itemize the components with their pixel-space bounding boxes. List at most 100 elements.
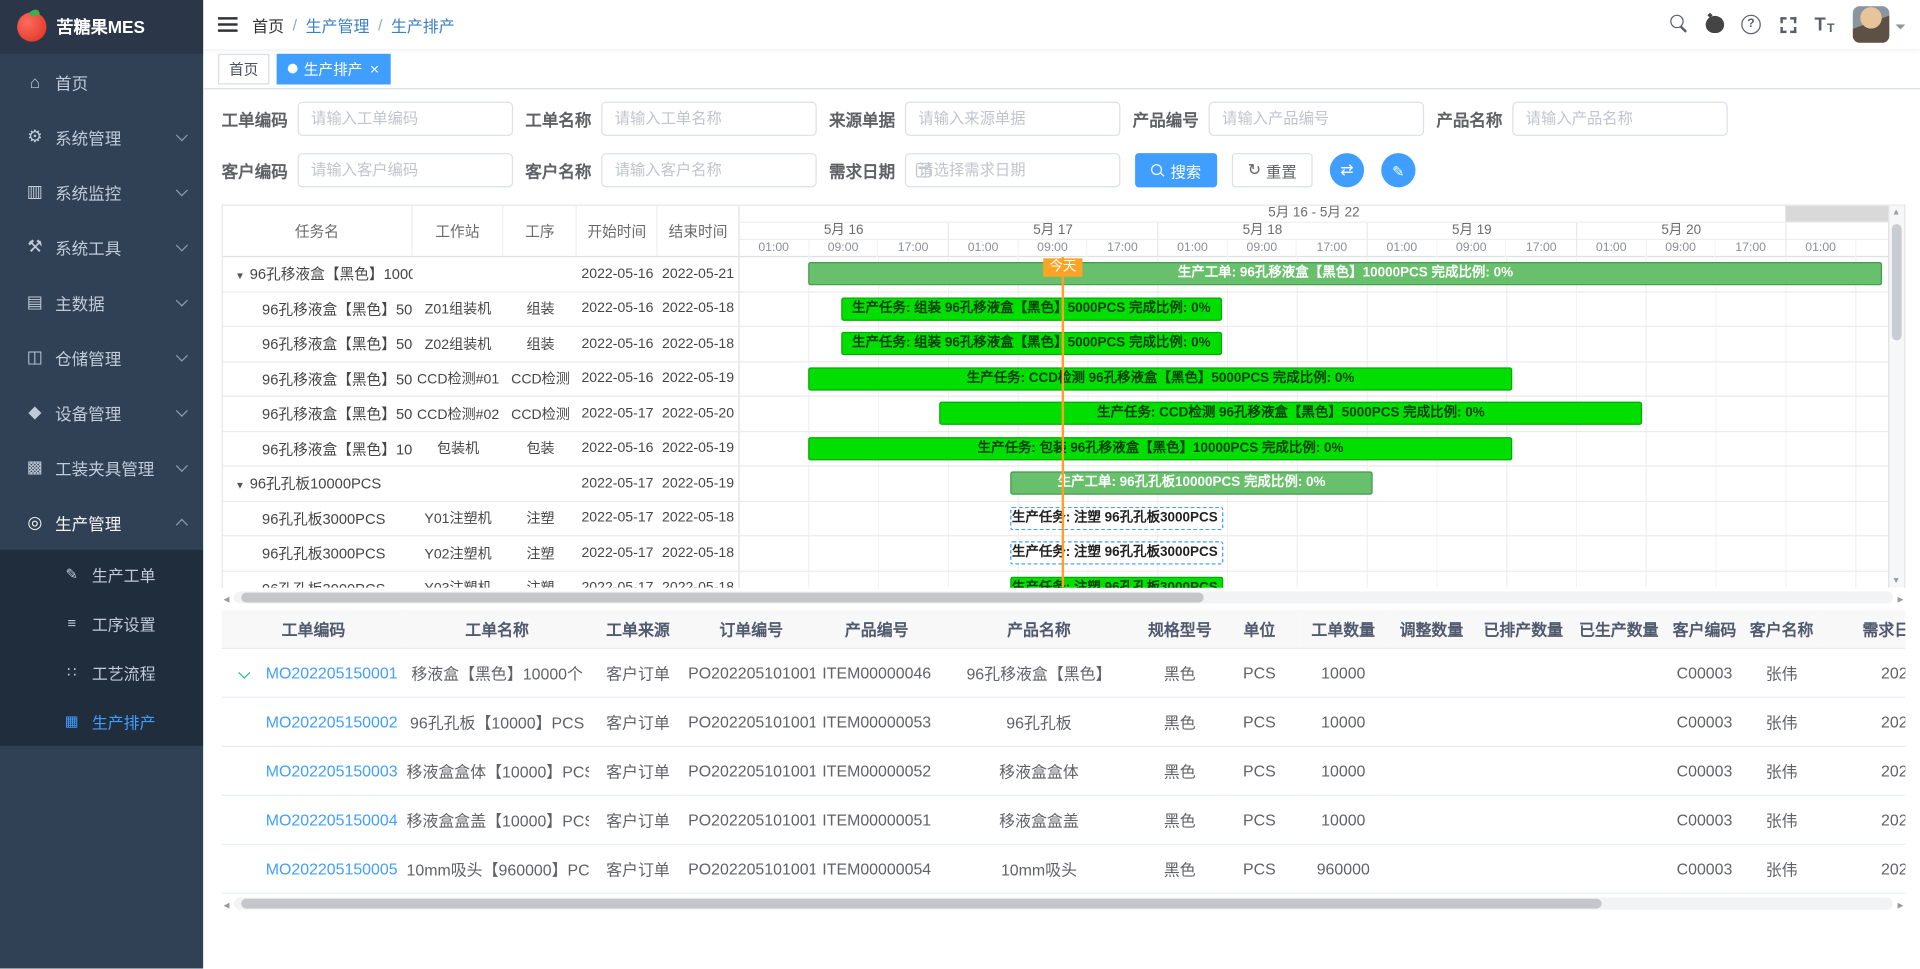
gantt-bar[interactable]: 生产任务: 包装 96孔移液盒【黑色】10000PCS 完成比例: 0%	[808, 437, 1512, 460]
tree-collapse-icon[interactable]	[235, 475, 245, 492]
gantt-task-row[interactable]: 96孔移液盒【黑色】5000PCS CCD检测#02 CCD检测 2022-05…	[223, 397, 739, 432]
scrollbar-thumb[interactable]	[1892, 224, 1902, 340]
scrollbar-track[interactable]	[234, 897, 1893, 909]
view-tab[interactable]: 首页	[218, 53, 269, 84]
scroll-right-arrow-icon[interactable]	[1893, 892, 1905, 914]
workorder-code-link[interactable]: MO202205150002	[266, 712, 398, 730]
filter-input[interactable]	[601, 102, 817, 136]
view-tab[interactable]: 生产排产	[277, 53, 390, 84]
gantt-horizontal-scrollbar[interactable]	[222, 590, 1906, 605]
gantt-bar[interactable]: 生产任务: CCD检测 96孔移液盒【黑色】5000PCS 完成比例: 0%	[939, 402, 1642, 425]
sidebar-item[interactable]: ⌂ 首页	[0, 54, 203, 109]
gantt-task-row[interactable]: 96孔移液盒【黑色】10000PCS 2022-05-16 2022-05-21	[223, 257, 739, 292]
gantt-task-row[interactable]: 96孔孔板3000PCS Y03注塑机 注塑 2022-05-17 2022-0…	[223, 571, 739, 588]
gantt-bar[interactable]: 生产工单: 96孔孔板10000PCS 完成比例: 0%	[1011, 471, 1373, 494]
close-icon[interactable]	[370, 61, 379, 77]
sidebar-item[interactable]: ⚙ 系统管理	[0, 109, 203, 164]
gantt-task-row[interactable]: 96孔移液盒【黑色】5000PCS Z02组装机 组装 2022-05-16 2…	[223, 327, 739, 362]
gantt-bar[interactable]: 生产任务: 注塑 96孔孔板3000PCS 完成	[1011, 541, 1223, 564]
gantt-task-row[interactable]: 96孔移液盒【黑色】10000PCS 包装机 包装 2022-05-16 202…	[223, 432, 739, 467]
table-horizontal-scrollbar[interactable]	[222, 896, 1906, 911]
table-row[interactable]: MO202205150003 移液盒盒体【10000】PCS 客户订单 PO20…	[222, 746, 1906, 795]
breadcrumb-link[interactable]: 生产排产	[391, 13, 455, 36]
sidebar-subitem[interactable]: ≡ 工序设置	[0, 599, 203, 648]
gantt-task-row[interactable]: 96孔孔板3000PCS Y02注塑机 注塑 2022-05-17 2022-0…	[223, 536, 739, 571]
table-row[interactable]: MO202205150001 移液盒【黑色】10000个 客户订单 PO2022…	[222, 648, 1906, 697]
breadcrumb-link[interactable]: 生产管理	[306, 13, 370, 36]
scroll-right-arrow-icon[interactable]	[1893, 587, 1905, 609]
cell-workorder-name: 10mm吸头【960000】PCS	[405, 844, 589, 893]
gantt-bar[interactable]: 生产任务: 注塑 96孔孔板3000PCS 完成	[1011, 576, 1223, 588]
sidebar-item[interactable]: ◆ 设备管理	[0, 384, 203, 439]
scroll-left-arrow-icon[interactable]	[222, 892, 234, 914]
search-icon[interactable]	[1659, 4, 1696, 46]
cell-product-no: ITEM00000052	[816, 746, 938, 795]
gantt-bar[interactable]: 生产任务: 组装 96孔移液盒【黑色】5000PCS 完成比例: 0%	[841, 332, 1222, 355]
reset-button[interactable]: 重置	[1232, 153, 1313, 187]
user-menu[interactable]	[1853, 6, 1906, 43]
task-end-date: 2022-05-18	[658, 581, 739, 588]
gantt-bar[interactable]: 生产任务: 注塑 96孔孔板3000PCS 完成	[1011, 506, 1223, 529]
workorder-code-link[interactable]: MO202205150003	[266, 761, 398, 779]
scrollbar-thumb[interactable]	[241, 898, 1602, 908]
cell-demand-date: 202	[1821, 746, 1905, 795]
filter-input[interactable]	[298, 153, 514, 187]
gantt-task-row[interactable]: 96孔孔板10000PCS 2022-05-17 2022-05-19	[223, 467, 739, 502]
avatar[interactable]	[1853, 6, 1890, 43]
filter-input[interactable]	[1209, 102, 1425, 136]
sidebar-subitem[interactable]: ▦ 生产排产	[0, 697, 203, 746]
sidebar-toggle-button[interactable]	[203, 0, 252, 49]
scrollbar-track[interactable]	[234, 591, 1893, 603]
tree-collapse-icon[interactable]	[235, 265, 245, 282]
fullscreen-icon[interactable]	[1769, 4, 1806, 46]
task-name: 96孔移液盒【黑色】5000PCS	[262, 333, 412, 354]
workorder-code-link[interactable]: MO202205150005	[266, 859, 398, 877]
help-icon[interactable]	[1733, 4, 1770, 46]
workorder-table: 工单编码工单名称工单来源订单编号产品编号产品名称规格型号单位工单数量调整数量已排…	[222, 610, 1906, 893]
sidebar-item[interactable]: ◫ 仓储管理	[0, 329, 203, 384]
gantt-bar[interactable]: 生产任务: 组装 96孔移液盒【黑色】5000PCS 完成比例: 0%	[841, 297, 1222, 320]
filter-input[interactable]	[298, 102, 514, 136]
font-size-icon[interactable]	[1806, 4, 1843, 46]
breadcrumb-link[interactable]: 首页	[252, 13, 284, 36]
top-navbar: 首页 生产管理 生产排产	[203, 0, 1920, 49]
cell-spec: 黑色	[1140, 795, 1220, 844]
cell-source: 客户订单	[589, 746, 687, 795]
gantt-task-row[interactable]: 96孔孔板3000PCS Y01注塑机 注塑 2022-05-17 2022-0…	[223, 501, 739, 536]
gantt-task-row[interactable]: 96孔移液盒【黑色】5000PCS CCD检测#01 CCD检测 2022-05…	[223, 362, 739, 397]
filter-input[interactable]	[1512, 102, 1728, 136]
sidebar-item[interactable]: ▥ 系统监控	[0, 164, 203, 219]
sidebar-item[interactable]: ▤ 主数据	[0, 274, 203, 329]
gantt-bar[interactable]: 生产工单: 96孔移液盒【黑色】10000PCS 完成比例: 0%	[808, 262, 1882, 285]
sidebar-subitem[interactable]: ∷ 工艺流程	[0, 648, 203, 697]
app-logo[interactable]: 苦糖果MES	[0, 0, 203, 54]
filter-input[interactable]	[905, 153, 1121, 187]
task-end-date: 2022-05-19	[658, 476, 739, 491]
table-row[interactable]: MO202205150002 96孔孔板【10000】PCS 客户订单 PO20…	[222, 697, 1906, 746]
edit-button[interactable]	[1381, 153, 1415, 187]
filter-input[interactable]	[601, 153, 817, 187]
sidebar-item-production[interactable]: ◎ 生产管理	[0, 495, 203, 550]
task-process: CCD检测	[504, 369, 577, 389]
gantt-task-row[interactable]: 96孔移液盒【黑色】5000PCS Z01组装机 组装 2022-05-16 2…	[223, 292, 739, 327]
scrollbar-thumb[interactable]	[241, 593, 1203, 603]
search-button[interactable]: 搜索	[1135, 153, 1217, 187]
filter-label: 需求日期	[829, 158, 895, 182]
github-icon[interactable]	[1696, 4, 1733, 46]
sidebar-item[interactable]: ⚒ 系统工具	[0, 219, 203, 274]
gantt-vertical-scrollbar[interactable]	[1888, 206, 1904, 588]
gantt-bar[interactable]: 生产任务: CCD检测 96孔移液盒【黑色】5000PCS 完成比例: 0%	[808, 367, 1512, 390]
expand-chevron-icon[interactable]	[238, 666, 250, 678]
sidebar-subitem[interactable]: ✎ 生产工单	[0, 550, 203, 599]
task-workstation: Y02注塑机	[412, 543, 504, 563]
filter-input[interactable]	[905, 102, 1121, 136]
table-row[interactable]: MO202205150004 移液盒盒盖【10000】PCS 客户订单 PO20…	[222, 795, 1906, 844]
gantt-chart: 任务名工作站工序开始时间结束时间 96孔移液盒【黑色】10000PCS	[222, 204, 1906, 587]
table-row[interactable]: MO202205150005 10mm吸头【960000】PCS 客户订单 PO…	[222, 844, 1906, 893]
sync-button[interactable]	[1330, 153, 1364, 187]
workorder-code-link[interactable]: MO202205150004	[266, 810, 398, 828]
scroll-left-arrow-icon[interactable]	[222, 587, 234, 609]
sidebar-subitem-label: 工艺流程	[92, 661, 186, 684]
sidebar-item[interactable]: ▩ 工装夹具管理	[0, 440, 203, 495]
workorder-code-link[interactable]: MO202205150001	[266, 663, 398, 681]
